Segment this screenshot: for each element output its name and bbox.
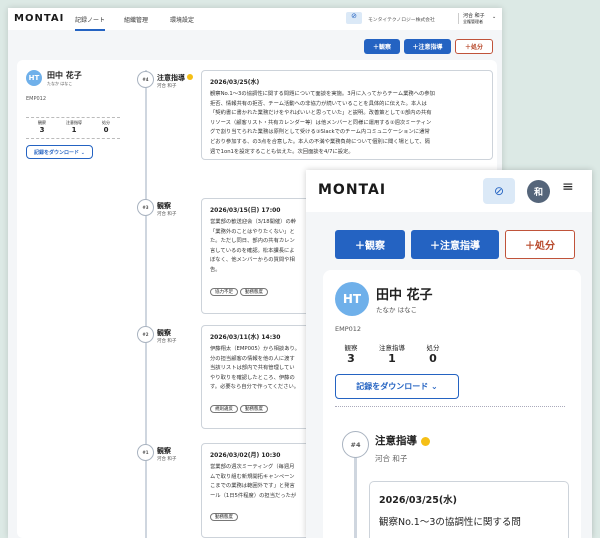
add-observation-button[interactable]: ＋観察 xyxy=(335,230,405,259)
user-name: 河合 和子 xyxy=(463,13,485,19)
stat-label: 観察 xyxy=(344,344,358,352)
record-type: 観察 xyxy=(157,446,171,456)
user-role: 全権管理者 xyxy=(463,19,483,24)
record-text: 観察No.1〜3の協調性に関する問 xyxy=(379,517,521,528)
record-type-label: 注意指導 xyxy=(157,74,185,82)
stat-value: 3 xyxy=(347,352,355,365)
record-number-badge: #4 xyxy=(137,71,154,88)
record-type: 注意指導 xyxy=(375,433,430,448)
status-dot-icon xyxy=(187,74,194,80)
record-author: 河合 和子 xyxy=(157,84,177,89)
tag: 勤務態度 xyxy=(240,287,268,296)
stat-observation: 観察 3 xyxy=(32,120,52,134)
employee-kana: たなか はなこ xyxy=(376,306,418,314)
record-type: 観察 xyxy=(157,201,171,211)
record-card[interactable]: 2026/03/25(水) 観察No.1〜3の協調性に関する問題について面談を実… xyxy=(201,70,493,160)
logo: MONTAI xyxy=(14,13,65,24)
stats: 観察 3 注意指導 1 処分 0 xyxy=(32,120,116,134)
record-type-label: 観察 xyxy=(157,202,171,210)
stat-value: 0 xyxy=(103,126,109,134)
tab-settings[interactable]: 環境設定 xyxy=(170,15,194,24)
employee-kana: たなか はなこ xyxy=(47,81,73,86)
mobile-header: MONTAI ⊘ 和 ≡ xyxy=(306,170,592,212)
record-author: 河合 和子 xyxy=(375,454,408,463)
stat-discipline: 処分 0 xyxy=(417,342,449,365)
employee-name: 田中 花子 xyxy=(376,288,433,303)
user-avatar[interactable]: 和 xyxy=(527,180,550,203)
stat-value: 3 xyxy=(39,126,45,134)
employee-name: 田中 花子 xyxy=(47,71,82,80)
company-name: モンタイテクノロジー株式会社 xyxy=(368,18,435,23)
record-number-badge: #2 xyxy=(137,326,154,343)
download-records-button[interactable]: 記録をダウンロード ⌄ xyxy=(26,145,93,159)
stat-value: 1 xyxy=(388,352,396,365)
record-date: 2026/03/25(水) xyxy=(210,79,260,86)
record-number-badge: #3 xyxy=(137,199,154,216)
record-type-label: 観察 xyxy=(157,447,171,455)
employee-id: EMP012 xyxy=(26,96,47,102)
record-type: 注意指導 xyxy=(157,73,194,83)
tab-org-management[interactable]: 組織管理 xyxy=(124,15,148,24)
record-author: 河合 和子 xyxy=(157,457,177,462)
add-guidance-button[interactable]: ＋注意指導 xyxy=(411,230,499,259)
stat-guidance: 注意指導 1 xyxy=(62,120,86,134)
mobile-window: MONTAI ⊘ 和 ≡ ＋観察 ＋注意指導 ＋処分 HT 田中 花子 たなか … xyxy=(306,170,592,538)
record-author: 河合 和子 xyxy=(157,212,177,217)
record-author: 河合 和子 xyxy=(157,339,177,344)
stat-observation: 観察 3 xyxy=(335,342,367,365)
tag: 協力不足 xyxy=(210,287,238,296)
tab-record-notes[interactable]: 記録ノート xyxy=(75,15,106,31)
top-nav: MONTAI 記録ノート 組織管理 環境設定 ⊘ モンタイテクノロジー株式会社 … xyxy=(8,8,502,31)
privacy-toggle-icon[interactable]: ⊘ xyxy=(346,12,362,24)
add-discipline-button[interactable]: ＋処分 xyxy=(505,230,575,259)
divider xyxy=(335,406,565,407)
record-date: 2026/03/25(水) xyxy=(379,495,458,506)
tag: 勤務態度 xyxy=(240,404,268,413)
stat-value: 1 xyxy=(71,126,77,134)
chevron-down-icon[interactable]: ⌄ xyxy=(492,14,496,20)
avatar: HT xyxy=(335,282,369,316)
menu-icon[interactable]: ≡ xyxy=(562,179,574,195)
profile-card: HT 田中 花子 たなか はなこ EMP012 観察 3 注意指導 1 処分 0 記録… xyxy=(323,270,581,538)
status-dot-icon xyxy=(420,436,430,446)
stat-discipline: 処分 0 xyxy=(96,120,116,134)
stat-value: 0 xyxy=(429,352,437,365)
divider xyxy=(458,13,459,24)
timeline-line xyxy=(145,70,147,538)
add-discipline-button[interactable]: ＋処分 xyxy=(455,39,493,54)
divider xyxy=(26,138,120,139)
add-guidance-button[interactable]: ＋注意指導 xyxy=(404,39,451,54)
tag: 勤務態度 xyxy=(210,513,238,522)
record-type-label: 注意指導 xyxy=(375,435,417,447)
timeline-line xyxy=(354,450,357,538)
stats: 観察 3 注意指導 1 処分 0 xyxy=(335,342,449,365)
employee-id: EMP012 xyxy=(335,325,362,333)
download-records-button[interactable]: 記録をダウンロード ⌄ xyxy=(335,374,459,399)
stat-label: 注意指導 xyxy=(379,344,405,352)
tag: 規則違反 xyxy=(210,404,238,413)
stat-label: 処分 xyxy=(426,344,440,352)
record-text: 観察No.1〜3の協調性に関する問題について面談を実施。3月に入ってからチーム業… xyxy=(210,91,435,155)
add-observation-button[interactable]: ＋観察 xyxy=(364,39,400,54)
record-number-badge: #1 xyxy=(137,444,154,461)
logo: MONTAI xyxy=(318,182,387,198)
record-number-badge: #4 xyxy=(342,431,369,458)
user-menu[interactable]: 河合 和子 全権管理者 xyxy=(463,12,485,25)
divider xyxy=(26,117,120,118)
record-type: 観察 xyxy=(157,328,171,338)
avatar: HT xyxy=(26,70,42,86)
record-type-label: 観察 xyxy=(157,329,171,337)
privacy-toggle-icon[interactable]: ⊘ xyxy=(483,178,515,204)
stat-guidance: 注意指導 1 xyxy=(375,342,409,365)
record-card[interactable]: 2026/03/25(水) 観察No.1〜3の協調性に関する問 xyxy=(369,481,569,538)
